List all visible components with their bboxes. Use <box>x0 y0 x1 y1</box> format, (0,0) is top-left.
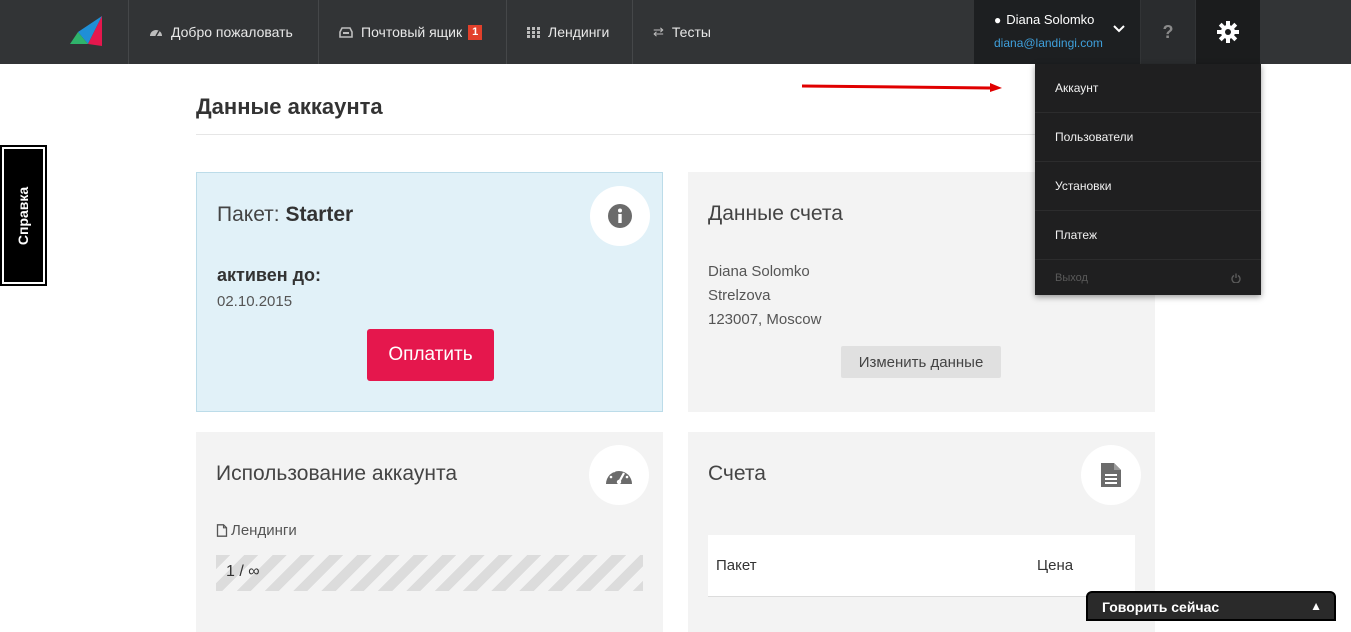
settings-dropdown: Аккаунт Пользователи Установки Платеж Вы… <box>1035 64 1261 295</box>
help-side-tab[interactable]: Справка <box>0 145 47 286</box>
chat-label: Говорить сейчас <box>1102 599 1220 615</box>
usage-landings-label: Лендинги <box>216 522 297 539</box>
user-icon: ● <box>994 13 1002 27</box>
plan-card: Пакет: Starter активен до: 02.10.2015 Оп… <box>196 172 663 412</box>
usage-landings-text: Лендинги <box>231 522 297 539</box>
chevron-down-icon <box>1113 25 1125 33</box>
menu-item-users[interactable]: Пользователи <box>1035 113 1261 162</box>
user-name-text: Diana Solomko <box>1006 12 1095 27</box>
top-navigation-bar: Добро пожаловать Почтовый ящик 1 Лендинг… <box>0 0 1351 64</box>
document-icon <box>1081 445 1141 505</box>
grid-icon <box>527 26 540 38</box>
help-button[interactable]: ? <box>1141 0 1195 64</box>
menu-item-account[interactable]: Аккаунт <box>1035 64 1261 113</box>
menu-item-payment[interactable]: Платеж <box>1035 211 1261 260</box>
active-until-date: 02.10.2015 <box>217 293 293 310</box>
plan-name: Starter <box>285 203 354 226</box>
speedometer-icon <box>589 445 649 505</box>
plan-heading: Пакет: Starter <box>217 203 353 227</box>
chevron-up-icon: ▲ <box>1310 599 1322 613</box>
landingi-logo[interactable] <box>66 14 106 48</box>
usage-progress-bar: 1 / ∞ <box>216 555 643 591</box>
invoices-card: Счета Пакет Цена <box>688 432 1155 632</box>
column-header-package: Пакет <box>716 557 757 574</box>
nav-tests[interactable]: ⇄ Тесты <box>632 0 752 64</box>
billing-line-street: Strelzova <box>708 287 771 304</box>
nav-landings[interactable]: Лендинги <box>506 0 632 64</box>
invoices-table-header: Пакет Цена <box>708 535 1135 597</box>
usage-value: 1 / ∞ <box>226 563 260 580</box>
page-title: Данные аккаунта <box>196 94 383 119</box>
billing-line-name: Diana Solomko <box>708 263 810 280</box>
plan-prefix: Пакет: <box>217 203 280 226</box>
user-menu-toggle[interactable]: ● Diana Solomko diana@landingi.com <box>974 0 1140 64</box>
column-header-price: Цена <box>1037 557 1074 574</box>
file-icon <box>216 524 228 537</box>
invoices-heading: Счета <box>708 462 766 485</box>
info-icon <box>590 186 650 246</box>
usage-card: Использование аккаунта Лендинги 1 / ∞ <box>196 432 663 632</box>
mailbox-count-badge: 1 <box>468 24 483 40</box>
usage-heading: Использование аккаунта <box>216 462 458 485</box>
power-icon <box>1231 273 1241 283</box>
nav-welcome[interactable]: Добро пожаловать <box>128 0 318 64</box>
nav-mailbox[interactable]: Почтовый ящик 1 <box>318 0 506 64</box>
settings-button[interactable] <box>1196 0 1260 64</box>
nav-tests-label: Тесты <box>671 24 711 40</box>
user-name: ● Diana Solomko <box>994 12 1094 27</box>
billing-line-city: 123007, Moscow <box>708 311 822 328</box>
annotation-arrow <box>801 83 1002 92</box>
nav-mailbox-label: Почтовый ящик <box>361 24 463 40</box>
menu-item-settings[interactable]: Установки <box>1035 162 1261 211</box>
inbox-icon <box>339 26 353 38</box>
active-until-label: активен до: <box>217 265 322 285</box>
shuffle-icon: ⇄ <box>653 24 664 39</box>
dashboard-icon <box>149 26 163 38</box>
edit-billing-button[interactable]: Изменить данные <box>841 346 1001 378</box>
nav-landings-label: Лендинги <box>548 24 610 40</box>
nav-welcome-label: Добро пожаловать <box>171 24 293 40</box>
help-side-tab-label: Справка <box>15 186 32 245</box>
user-email: diana@landingi.com <box>994 36 1103 50</box>
live-chat-widget[interactable]: Говорить сейчас ▲ <box>1086 591 1336 621</box>
menu-item-logout[interactable]: Выход <box>1035 260 1261 295</box>
logout-label: Выход <box>1055 271 1088 284</box>
billing-heading: Данные счета <box>708 202 843 225</box>
pay-button[interactable]: Оплатить <box>367 329 494 381</box>
title-divider <box>196 134 1036 135</box>
question-icon: ? <box>1162 21 1174 42</box>
gear-icon <box>1217 21 1239 43</box>
